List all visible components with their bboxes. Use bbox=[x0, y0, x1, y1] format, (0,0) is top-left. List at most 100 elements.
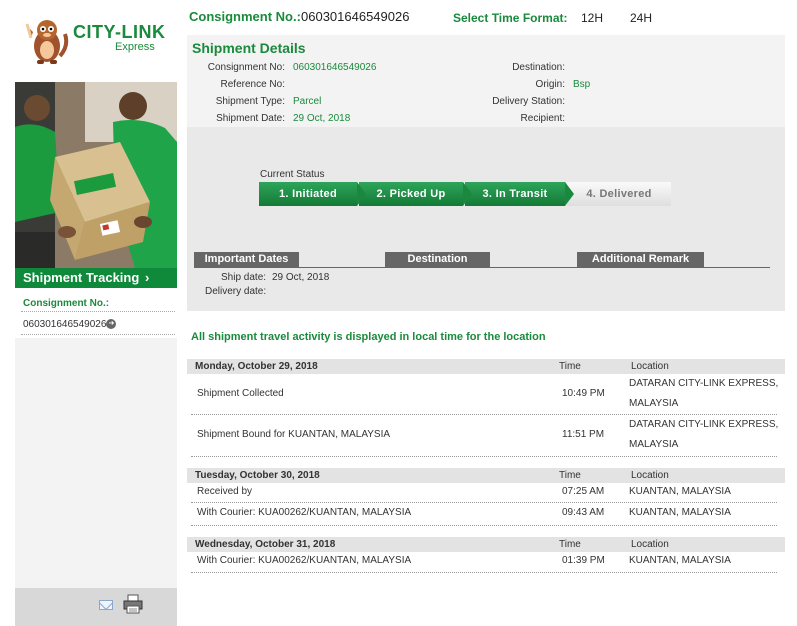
shipment-details-title: Shipment Details bbox=[192, 40, 306, 56]
divider bbox=[191, 502, 777, 503]
divider bbox=[191, 572, 777, 573]
brand-subtitle: Express bbox=[115, 41, 155, 53]
shipment-details-panel: Shipment Details Consignment No: 0603016… bbox=[187, 35, 785, 127]
shipment-date-label: Shipment Date: bbox=[216, 113, 285, 124]
event-location-line: DATARAN CITY-LINK EXPRESS, bbox=[629, 419, 779, 430]
consignment-no-value: 060301646549026 bbox=[293, 62, 377, 73]
ship-date-label: Ship date: bbox=[221, 272, 267, 283]
important-dates-header: Important Dates bbox=[194, 252, 299, 267]
additional-remark-header: Additional Remark bbox=[577, 252, 704, 267]
day-header: Tuesday, October 30, 2018 Time Location bbox=[187, 468, 785, 483]
event-description: With Courier: KUA00262/KUANTAN, MALAYSIA bbox=[197, 555, 412, 566]
location-column-header: Location bbox=[631, 470, 669, 481]
shipment-tracking-label: Shipment Tracking bbox=[23, 270, 140, 285]
event-location: DATARAN CITY-LINK EXPRESS, MALAYSIA bbox=[629, 415, 779, 455]
destination-header: Destination bbox=[385, 252, 490, 267]
status-step-label: 2. Picked Up bbox=[376, 188, 446, 200]
current-status-label: Current Status bbox=[260, 169, 325, 180]
brand-name: CITY-LINK bbox=[73, 22, 166, 42]
event-time: 09:43 AM bbox=[562, 507, 605, 518]
mascot-logo-icon bbox=[25, 20, 69, 64]
mail-icon[interactable] bbox=[99, 600, 113, 610]
consignment-no-label: Consignment No: bbox=[207, 62, 285, 73]
print-icon[interactable] bbox=[123, 594, 143, 614]
day-header: Wednesday, October 31, 2018 Time Locatio… bbox=[187, 537, 785, 552]
sidebar-consignment-value: 060301646549026 bbox=[23, 319, 107, 330]
sidebar-footer bbox=[15, 588, 177, 626]
status-step-label: 4. Delivered bbox=[586, 188, 652, 200]
activity-row: With Courier: KUA00262/KUANTAN, MALAYSIA… bbox=[187, 507, 777, 523]
time-column-header: Time bbox=[559, 539, 581, 550]
courier-photo bbox=[15, 82, 177, 268]
activity-row: Shipment Collected 10:49 PM DATARAN CITY… bbox=[187, 374, 779, 414]
location-column-header: Location bbox=[631, 361, 669, 372]
event-description: Shipment Bound for KUANTAN, MALAYSIA bbox=[197, 429, 391, 440]
event-description: Shipment Collected bbox=[197, 388, 284, 399]
status-step-in-transit: 3. In Transit bbox=[465, 182, 574, 206]
shipment-tracking-banner[interactable]: Shipment Tracking › bbox=[15, 268, 177, 288]
divider bbox=[194, 267, 770, 268]
step-arrow-icon bbox=[565, 182, 574, 206]
location-column-header: Location bbox=[631, 539, 669, 550]
status-step-picked-up: 2. Picked Up bbox=[359, 182, 472, 206]
divider bbox=[21, 311, 175, 312]
step-arrow-icon bbox=[463, 182, 472, 206]
divider bbox=[191, 525, 777, 526]
delivery-date-label: Delivery date: bbox=[205, 286, 267, 297]
step-arrow-icon bbox=[357, 182, 366, 206]
time-column-header: Time bbox=[559, 470, 581, 481]
event-location: DATARAN CITY-LINK EXPRESS, MALAYSIA bbox=[629, 374, 779, 414]
event-description: With Courier: KUA00262/KUANTAN, MALAYSIA bbox=[197, 507, 412, 518]
event-location: KUANTAN, MALAYSIA bbox=[629, 486, 731, 497]
top-consignment-value: 060301646549026 bbox=[301, 9, 410, 24]
sidebar-panel bbox=[15, 338, 177, 588]
activity-row: Shipment Bound for KUANTAN, MALAYSIA 11:… bbox=[187, 415, 779, 455]
status-progress: 1. Initiated 2. Picked Up 3. In Transit … bbox=[259, 182, 679, 206]
shipment-type-label: Shipment Type: bbox=[215, 96, 285, 107]
reference-no-label: Reference No: bbox=[220, 79, 285, 90]
origin-label: Origin: bbox=[535, 79, 565, 90]
time-column-header: Time bbox=[559, 361, 581, 372]
status-step-label: 1. Initiated bbox=[279, 188, 337, 200]
event-location-line: MALAYSIA bbox=[629, 439, 679, 450]
destination-label: Destination: bbox=[512, 62, 565, 73]
chevron-right-icon: › bbox=[144, 270, 150, 285]
time-format-12h-option[interactable]: 12H bbox=[581, 11, 603, 25]
day-date: Tuesday, October 30, 2018 bbox=[195, 470, 320, 481]
status-step-label: 3. In Transit bbox=[482, 188, 548, 200]
city-link-logo[interactable]: CITY-LINK Express bbox=[25, 16, 175, 68]
event-description: Received by bbox=[197, 486, 253, 497]
event-location-line: MALAYSIA bbox=[629, 398, 679, 409]
shipment-date-value: 29 Oct, 2018 bbox=[293, 113, 351, 124]
day-date: Wednesday, October 31, 2018 bbox=[195, 539, 336, 550]
sidebar: CITY-LINK Express Shipment Tracking › Co… bbox=[15, 0, 177, 626]
event-time: 10:49 PM bbox=[562, 388, 605, 399]
activity-row: Received by 07:25 AM KUANTAN, MALAYSIA bbox=[187, 486, 777, 502]
time-format-label: Select Time Format: bbox=[453, 11, 568, 25]
sidebar-consignment-label: Consignment No.: bbox=[23, 298, 110, 309]
status-step-initiated: 1. Initiated bbox=[259, 182, 366, 206]
divider bbox=[21, 334, 175, 335]
sidebar-consignment-link[interactable]: 060301646549026 ➜ bbox=[23, 319, 117, 330]
event-time: 07:25 AM bbox=[562, 486, 605, 497]
day-date: Monday, October 29, 2018 bbox=[195, 361, 318, 372]
courier-photo-image bbox=[15, 82, 177, 268]
ship-date-value: 29 Oct, 2018 bbox=[272, 272, 330, 283]
event-location: KUANTAN, MALAYSIA bbox=[629, 555, 731, 566]
event-time: 11:51 PM bbox=[562, 429, 605, 440]
arrow-circle-icon[interactable]: ➜ bbox=[106, 319, 117, 330]
event-time: 01:39 PM bbox=[562, 555, 605, 566]
event-location-line: DATARAN CITY-LINK EXPRESS, bbox=[629, 378, 779, 389]
status-step-delivered: 4. Delivered bbox=[567, 182, 671, 206]
top-consignment-label: Consignment No.: bbox=[189, 9, 301, 24]
origin-value: Bsp bbox=[573, 79, 591, 90]
status-panel: Current Status 1. Initiated 2. Picked Up… bbox=[187, 127, 785, 311]
delivery-station-label: Delivery Station: bbox=[492, 96, 565, 107]
activity-row: With Courier: KUA00262/KUANTAN, MALAYSIA… bbox=[187, 555, 777, 571]
time-format-24h-option[interactable]: 24H bbox=[630, 11, 652, 25]
shipment-type-value: Parcel bbox=[293, 96, 322, 107]
recipient-label: Recipient: bbox=[520, 113, 565, 124]
activity-note: All shipment travel activity is displaye… bbox=[191, 331, 546, 343]
day-header: Monday, October 29, 2018 Time Location bbox=[187, 359, 785, 374]
event-location: KUANTAN, MALAYSIA bbox=[629, 507, 731, 518]
